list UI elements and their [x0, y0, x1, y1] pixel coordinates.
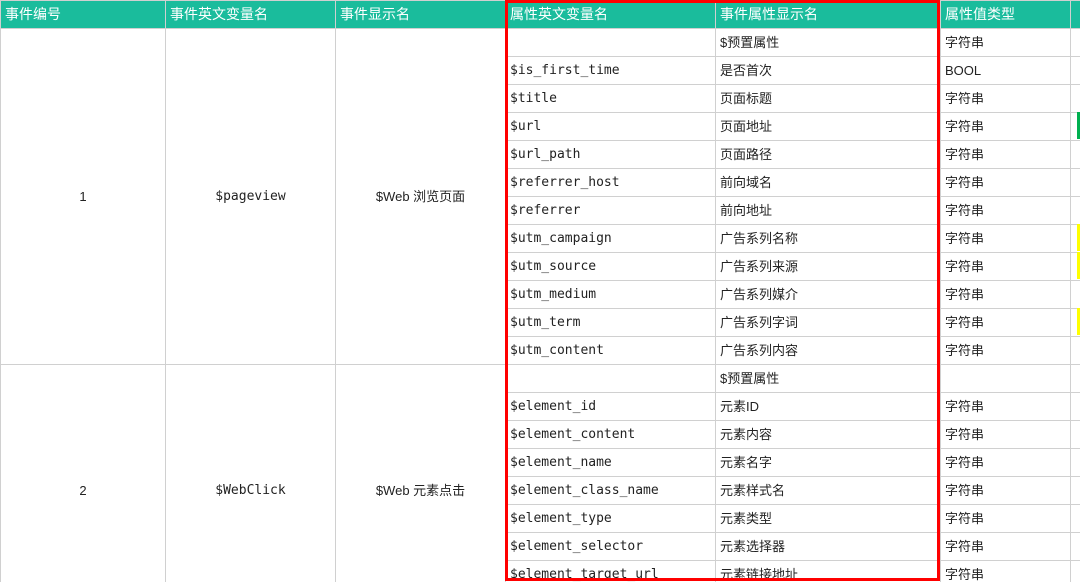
cell-prop-name[interactable]: $预置属性 [716, 29, 941, 57]
col-header-id[interactable]: 事件编号 [1, 1, 166, 29]
cell-event-var[interactable]: $pageview [166, 29, 336, 365]
cell-prop-name[interactable]: 前向域名 [716, 169, 941, 197]
cell-prop-var[interactable]: $element_selector [506, 533, 716, 561]
cell-extra[interactable] [1071, 197, 1080, 225]
cell-extra[interactable] [1071, 449, 1080, 477]
cell-prop-name[interactable]: 是否首次 [716, 57, 941, 85]
cell-extra[interactable] [1071, 421, 1080, 449]
cell-extra[interactable] [1071, 477, 1080, 505]
cell-prop-name[interactable]: 元素类型 [716, 505, 941, 533]
cell-prop-type[interactable]: 字符串 [941, 225, 1071, 253]
table-header-row: 事件编号 事件英文变量名 事件显示名 属性英文变量名 事件属性显示名 属性值类型 [1, 1, 1080, 29]
cell-prop-name[interactable]: 页面路径 [716, 141, 941, 169]
cell-extra[interactable] [1071, 505, 1080, 533]
cell-prop-name[interactable]: 元素ID [716, 393, 941, 421]
cell-prop-name[interactable]: 广告系列名称 [716, 225, 941, 253]
cell-event-name[interactable]: $Web 元素点击 [336, 365, 506, 582]
col-header-pvar[interactable]: 属性英文变量名 [506, 1, 716, 29]
cell-extra[interactable] [1071, 169, 1080, 197]
cell-prop-type[interactable]: 字符串 [941, 337, 1071, 365]
cell-prop-var[interactable]: $url_path [506, 141, 716, 169]
cell-prop-name[interactable]: 页面标题 [716, 85, 941, 113]
col-header-pname[interactable]: 事件属性显示名 [716, 1, 941, 29]
cell-event-id[interactable]: 2 [1, 365, 166, 582]
cell-prop-type[interactable]: 字符串 [941, 113, 1071, 141]
cell-prop-type[interactable]: 字符串 [941, 561, 1071, 582]
cell-prop-var[interactable]: $utm_campaign [506, 225, 716, 253]
cell-extra[interactable] [1071, 85, 1080, 113]
cell-prop-type[interactable]: 字符串 [941, 253, 1071, 281]
cell-prop-var[interactable]: $element_content [506, 421, 716, 449]
cell-prop-name[interactable]: 广告系列媒介 [716, 281, 941, 309]
cell-prop-type[interactable]: 字符串 [941, 449, 1071, 477]
cell-prop-type[interactable]: 字符串 [941, 477, 1071, 505]
cell-prop-var[interactable]: $element_class_name [506, 477, 716, 505]
spreadsheet-sheet: 事件编号 事件英文变量名 事件显示名 属性英文变量名 事件属性显示名 属性值类型… [0, 0, 1080, 582]
cell-prop-type[interactable]: 字符串 [941, 197, 1071, 225]
cell-prop-var[interactable]: $element_target_url [506, 561, 716, 582]
cell-prop-name[interactable]: 元素名字 [716, 449, 941, 477]
cell-event-id[interactable]: 1 [1, 29, 166, 365]
cell-prop-type[interactable] [941, 365, 1071, 393]
cell-prop-name[interactable]: 元素样式名 [716, 477, 941, 505]
cell-prop-var[interactable]: $element_type [506, 505, 716, 533]
cell-extra[interactable] [1071, 365, 1080, 393]
cell-prop-name[interactable]: 页面地址 [716, 113, 941, 141]
cell-prop-type[interactable]: 字符串 [941, 85, 1071, 113]
cell-prop-var[interactable]: $referrer [506, 197, 716, 225]
cell-prop-type[interactable]: 字符串 [941, 281, 1071, 309]
cell-extra[interactable] [1071, 393, 1080, 421]
cell-extra[interactable] [1071, 29, 1080, 57]
cell-prop-type[interactable]: 字符串 [941, 309, 1071, 337]
cell-event-name[interactable]: $Web 浏览页面 [336, 29, 506, 365]
cell-prop-var[interactable]: $utm_source [506, 253, 716, 281]
cell-prop-name[interactable]: 前向地址 [716, 197, 941, 225]
cell-prop-name[interactable]: 元素内容 [716, 421, 941, 449]
cell-prop-var[interactable] [506, 29, 716, 57]
cell-prop-name[interactable]: $预置属性 [716, 365, 941, 393]
cell-prop-name[interactable]: 广告系列来源 [716, 253, 941, 281]
cell-prop-var[interactable]: $is_first_time [506, 57, 716, 85]
cell-prop-name[interactable]: 广告系列字词 [716, 309, 941, 337]
cell-prop-type[interactable]: 字符串 [941, 505, 1071, 533]
cell-prop-type[interactable]: BOOL [941, 57, 1071, 85]
cell-prop-var[interactable]: $element_id [506, 393, 716, 421]
cell-prop-name[interactable]: 广告系列内容 [716, 337, 941, 365]
cell-prop-name[interactable]: 元素选择器 [716, 533, 941, 561]
cell-extra[interactable] [1071, 57, 1080, 85]
cell-prop-type[interactable]: 字符串 [941, 393, 1071, 421]
cell-extra[interactable] [1071, 533, 1080, 561]
table-row[interactable]: 2$WebClick$Web 元素点击$预置属性 [1, 365, 1080, 393]
cell-extra[interactable] [1071, 561, 1080, 582]
cell-event-var[interactable]: $WebClick [166, 365, 336, 582]
cell-prop-var[interactable]: $utm_term [506, 309, 716, 337]
cell-prop-var[interactable]: $utm_content [506, 337, 716, 365]
cell-prop-var[interactable]: $referrer_host [506, 169, 716, 197]
cell-prop-var[interactable] [506, 365, 716, 393]
cell-prop-var[interactable]: $title [506, 85, 716, 113]
event-property-table: 事件编号 事件英文变量名 事件显示名 属性英文变量名 事件属性显示名 属性值类型… [0, 0, 1080, 582]
cell-prop-type[interactable]: 字符串 [941, 169, 1071, 197]
cell-prop-var[interactable]: $element_name [506, 449, 716, 477]
cell-extra[interactable] [1071, 281, 1080, 309]
cell-prop-type[interactable]: 字符串 [941, 533, 1071, 561]
cell-extra[interactable] [1071, 141, 1080, 169]
cell-prop-name[interactable]: 元素链接地址 [716, 561, 941, 582]
col-header-ename[interactable]: 事件显示名 [336, 1, 506, 29]
cell-extra[interactable] [1071, 337, 1080, 365]
col-header-extra[interactable] [1071, 1, 1080, 29]
cell-prop-var[interactable]: $utm_medium [506, 281, 716, 309]
table-row[interactable]: 1$pageview$Web 浏览页面$预置属性字符串 [1, 29, 1080, 57]
cell-prop-type[interactable]: 字符串 [941, 141, 1071, 169]
cell-prop-type[interactable]: 字符串 [941, 29, 1071, 57]
col-header-ptype[interactable]: 属性值类型 [941, 1, 1071, 29]
col-header-evar[interactable]: 事件英文变量名 [166, 1, 336, 29]
cell-prop-var[interactable]: $url [506, 113, 716, 141]
cell-prop-type[interactable]: 字符串 [941, 421, 1071, 449]
